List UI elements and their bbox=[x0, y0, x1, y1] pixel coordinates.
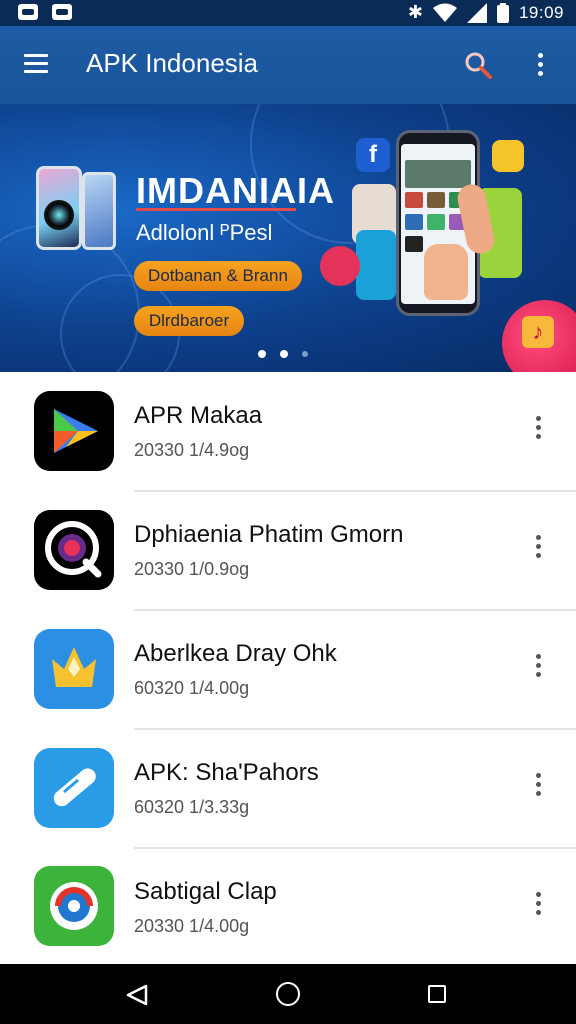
list-item[interactable]: Sabtigal Clap 20330 1/4.00g bbox=[0, 848, 576, 966]
music-icon: ♪ bbox=[522, 316, 554, 348]
app-name: Aberlkea Dray Ohk bbox=[134, 640, 337, 667]
list-item[interactable]: Aberlkea Dray Ohk 60320 1/4.00g bbox=[0, 610, 576, 728]
list-item[interactable]: Dphiaenia Phatim Gmorn 20330 1/0.9og bbox=[0, 491, 576, 609]
app-name: Dphiaenia Phatim Gmorn bbox=[134, 521, 404, 548]
search-icon[interactable] bbox=[464, 51, 492, 79]
battery-icon bbox=[496, 2, 509, 23]
banner-divider bbox=[136, 208, 296, 211]
pagination-dot-1[interactable] bbox=[258, 350, 266, 358]
swirl-icon bbox=[34, 866, 114, 946]
more-vert-icon[interactable] bbox=[534, 535, 542, 561]
camera-lens-icon bbox=[44, 200, 74, 230]
bluetooth-icon: ✱ bbox=[407, 2, 423, 22]
more-vert-icon[interactable] bbox=[534, 416, 542, 442]
app-meta: 20330 1/4.00g bbox=[134, 916, 250, 936]
camera-lens-icon bbox=[34, 510, 114, 590]
list-item[interactable]: APR Makaa 20330 1/4.9og bbox=[0, 372, 576, 490]
clock: 19:09 bbox=[518, 2, 564, 22]
pen-icon bbox=[34, 748, 114, 828]
more-vert-icon[interactable] bbox=[536, 53, 544, 79]
app-bar: APK Indonesia bbox=[0, 26, 576, 104]
image-notification-icon bbox=[52, 4, 72, 20]
recents-icon[interactable] bbox=[428, 985, 446, 1003]
app-meta: 60320 1/4.00g bbox=[134, 678, 250, 698]
banner-secondary-button[interactable]: Dlrdbaroer bbox=[134, 306, 244, 336]
app-list: APR Makaa 20330 1/4.9og Dphiaenia Phatim… bbox=[0, 372, 576, 964]
facebook-icon: f bbox=[356, 138, 390, 172]
pink-app-bubble bbox=[320, 246, 360, 286]
banner-subheading: Adlolonl ᴾPesl bbox=[136, 220, 273, 245]
menu-icon[interactable] bbox=[24, 54, 48, 74]
app-meta: 20330 1/4.9og bbox=[134, 440, 250, 460]
pagination-dot-2[interactable] bbox=[280, 350, 288, 358]
crown-icon bbox=[34, 629, 114, 709]
back-icon[interactable] bbox=[126, 984, 148, 1006]
notification-icon bbox=[18, 4, 38, 20]
promo-banner[interactable]: IMDANIAIA Adlolonl ᴾPesl Dotbanan & Bran… bbox=[0, 104, 576, 372]
banner-primary-button[interactable]: Dotbanan & Brann bbox=[134, 261, 302, 291]
more-vert-icon[interactable] bbox=[534, 773, 542, 799]
page-title: APK Indonesia bbox=[86, 48, 259, 78]
banner-pagination bbox=[258, 350, 308, 358]
more-vert-icon[interactable] bbox=[534, 654, 542, 680]
phone-illustration-2 bbox=[82, 172, 116, 250]
hand-illustration-2 bbox=[424, 244, 468, 300]
banner-heading: IMDANIAIA bbox=[136, 170, 335, 211]
app-name: Sabtigal Clap bbox=[134, 878, 277, 905]
app-name: APR Makaa bbox=[134, 402, 263, 429]
home-icon[interactable] bbox=[276, 982, 300, 1006]
play-triangle-icon bbox=[34, 391, 114, 471]
status-bar: ✱ 19:09 bbox=[0, 0, 576, 26]
list-item[interactable]: APK: Sha'Pahors 60320 1/3.33g bbox=[0, 729, 576, 847]
app-meta: 60320 1/3.33g bbox=[134, 797, 250, 817]
pagination-dot-3[interactable] bbox=[302, 351, 308, 357]
app-meta: 20330 1/0.9og bbox=[134, 559, 250, 579]
more-vert-icon[interactable] bbox=[534, 892, 542, 918]
app-card bbox=[356, 230, 396, 300]
wifi-icon bbox=[432, 3, 457, 22]
system-nav-bar bbox=[0, 964, 576, 1024]
signal-icon bbox=[466, 2, 487, 23]
yellow-app-icon bbox=[492, 140, 524, 172]
app-name: APK: Sha'Pahors bbox=[134, 759, 319, 786]
